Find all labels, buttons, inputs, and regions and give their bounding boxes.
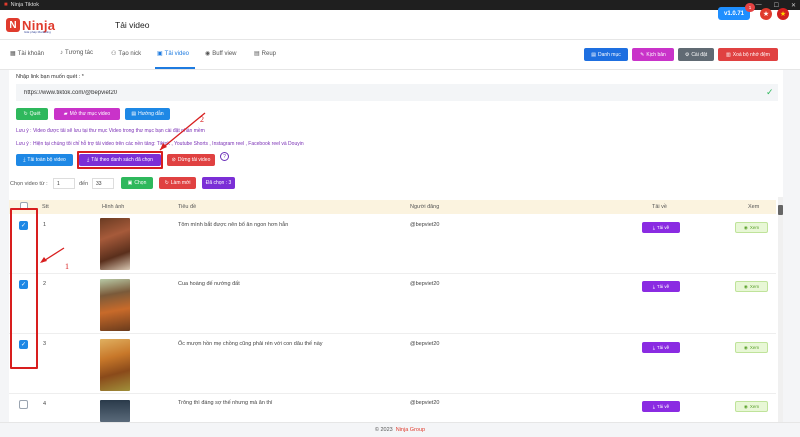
annotation-arrow-2: [159, 112, 206, 151]
annotation-arrowhead-2: [160, 143, 167, 150]
footer: © 2023 Ninja Group: [0, 422, 800, 437]
annotation-arrowhead-1: [40, 257, 47, 263]
annotation-arrows: [40, 112, 206, 263]
footer-brand[interactable]: Ninja Group: [396, 427, 425, 433]
footer-copyright: © 2023: [374, 427, 393, 433]
